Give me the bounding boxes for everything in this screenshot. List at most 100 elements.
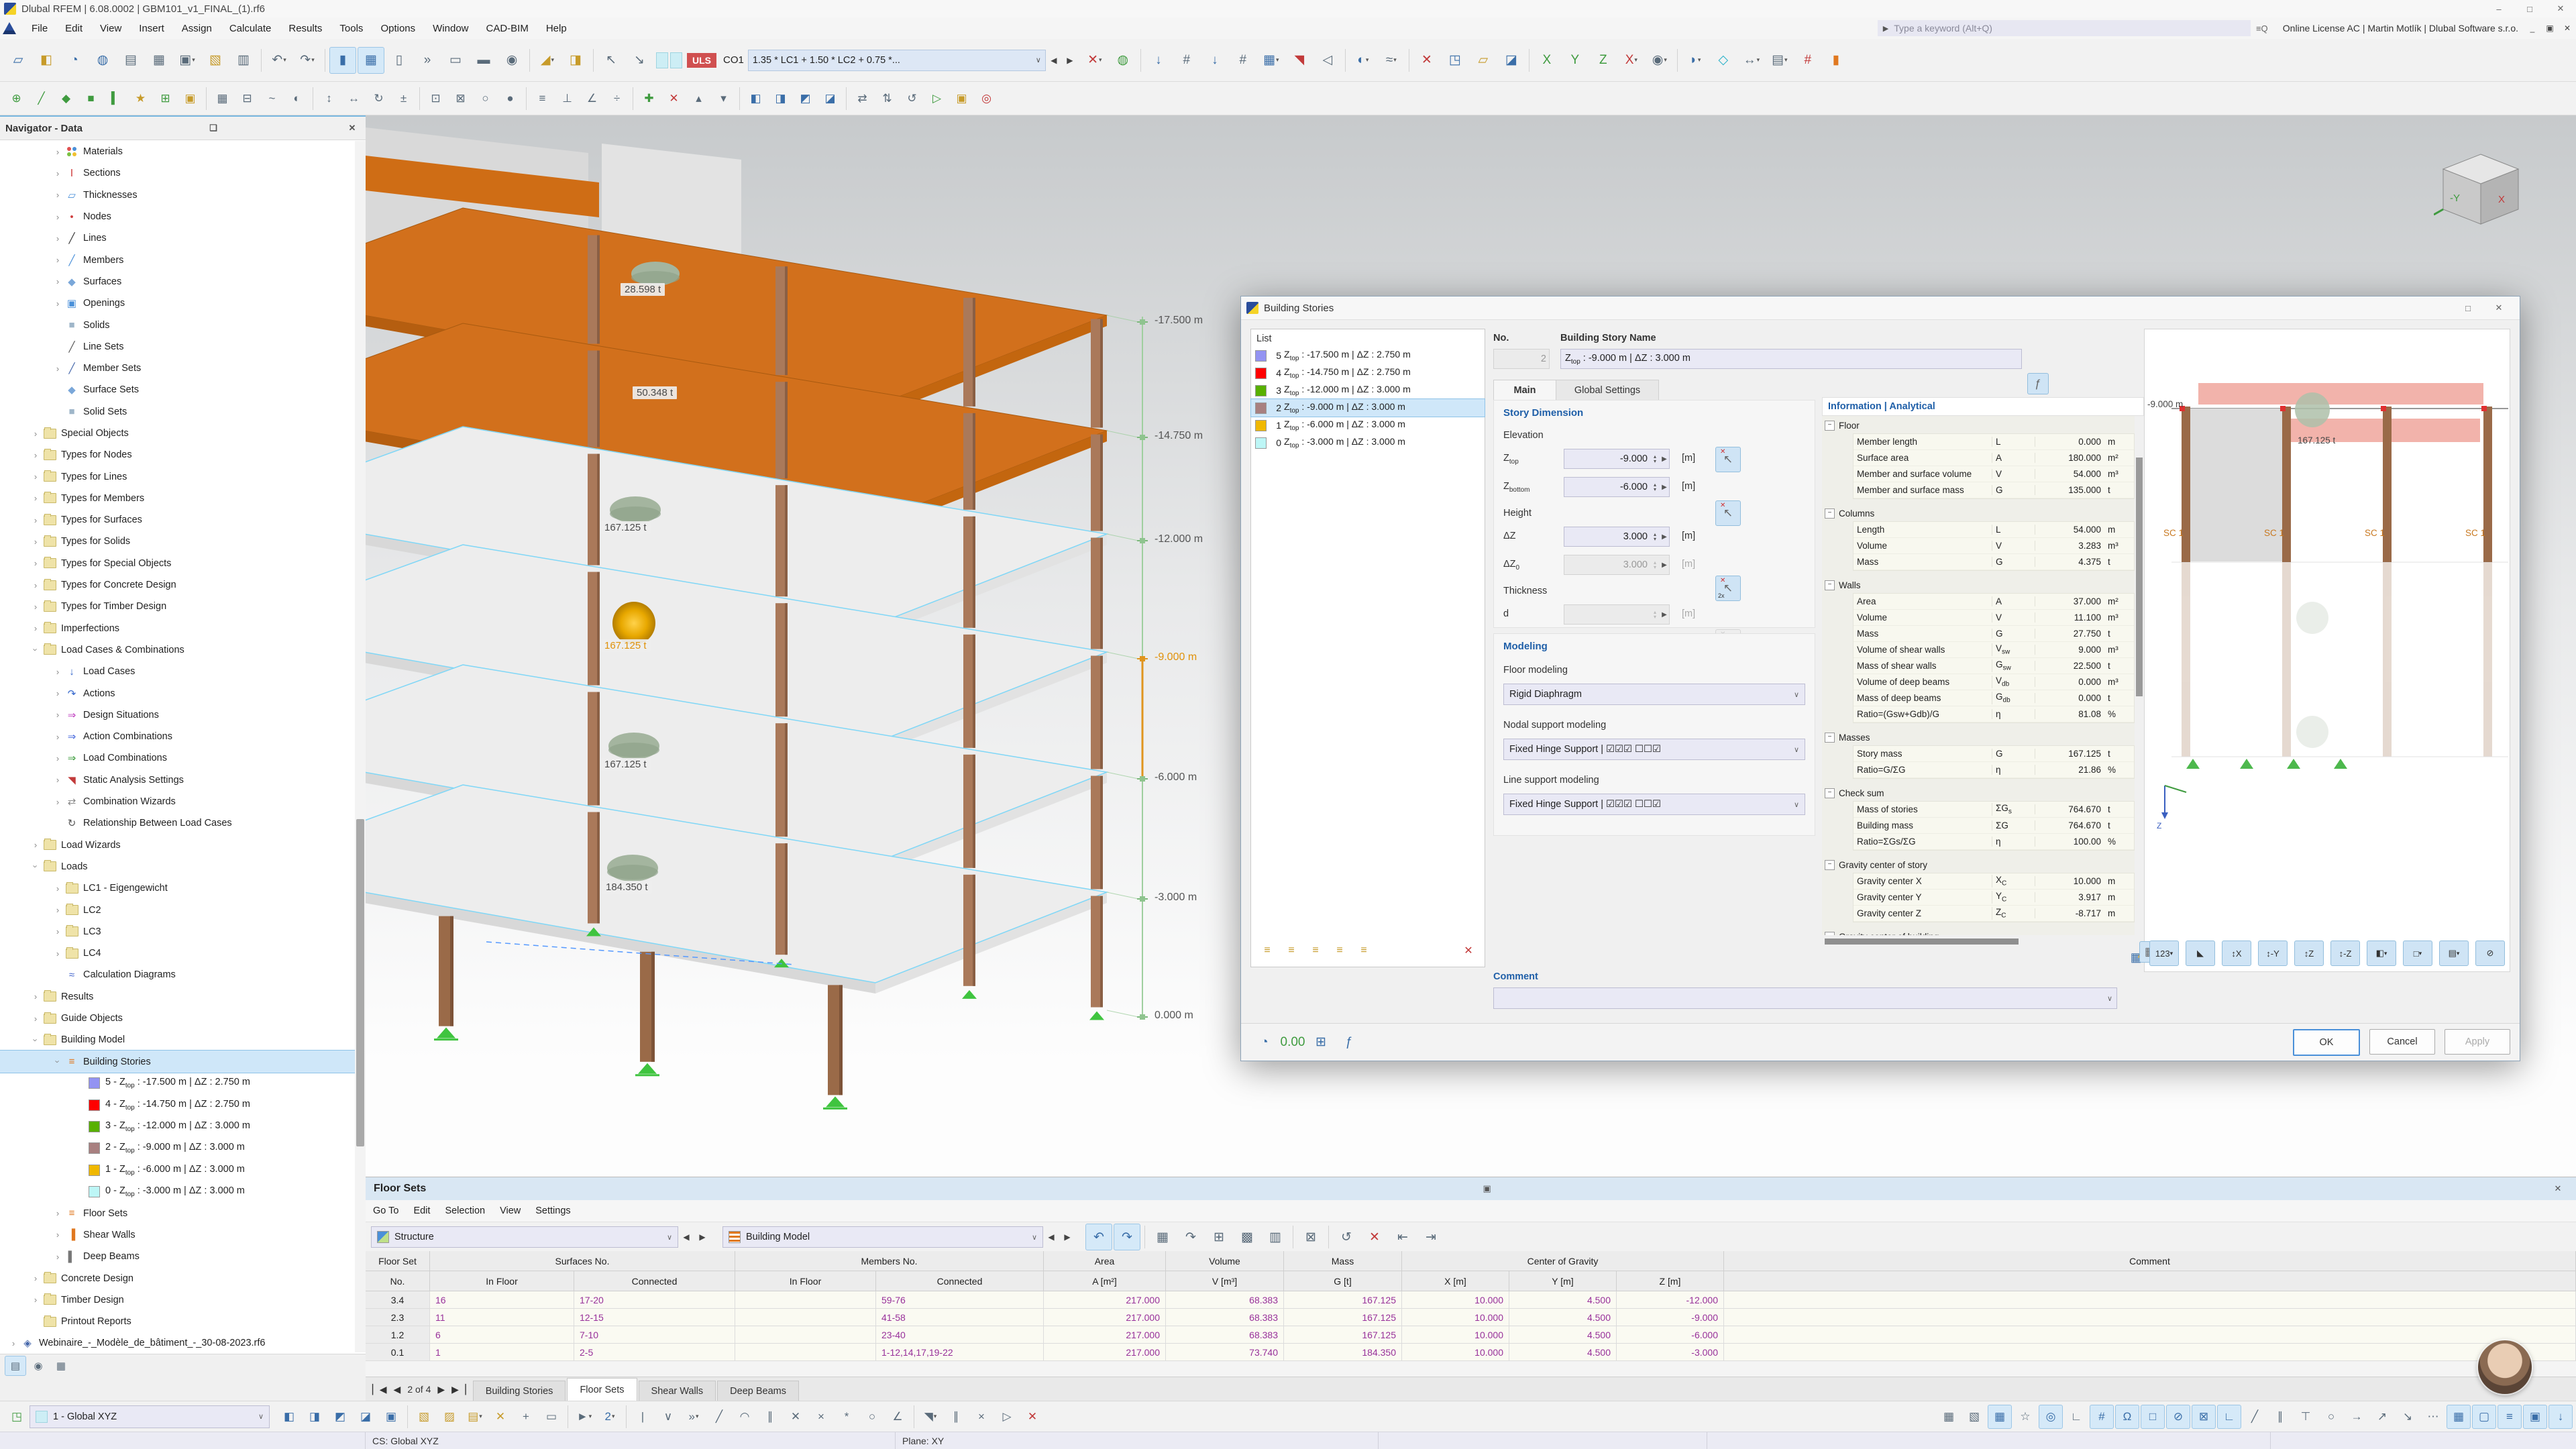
formula[interactable]: ƒ (1336, 1029, 1362, 1056)
surface-left[interactable]: ◧ (744, 87, 767, 110)
menu-edit[interactable]: Edit (56, 17, 91, 39)
fs-header-mass[interactable]: Mass (1284, 1251, 1402, 1271)
preview-view-z[interactable]: ↕Z (2294, 941, 2324, 966)
view-minus-x[interactable]: X▾ (1618, 47, 1645, 74)
tree-item-member-sets[interactable]: ›╱Member Sets (0, 358, 355, 379)
menu-assign[interactable]: Assign (173, 17, 221, 39)
chevron-icon[interactable]: › (29, 991, 42, 1002)
chevron-icon[interactable]: › (51, 255, 64, 265)
view-minus-y[interactable]: Y (1562, 47, 1589, 74)
run[interactable]: ▷ (925, 87, 949, 110)
show-loads[interactable]: ↓ (1145, 47, 1172, 74)
fs-header-comment[interactable]: Comment (1724, 1251, 2576, 1271)
next-combination-button[interactable]: ▶ (1062, 50, 1078, 70)
minimize-button[interactable]: – (2483, 1, 2514, 17)
render-settings[interactable]: ≈▾ (1378, 47, 1405, 74)
lens[interactable]: ◇ (1710, 47, 1737, 74)
tree-item-floor-sets[interactable]: ›≡Floor Sets (0, 1203, 355, 1224)
nav-tab-display[interactable]: ◉ (28, 1356, 49, 1376)
open-model[interactable]: ◧ (33, 47, 60, 74)
nav-tab-data[interactable]: ▤ (5, 1356, 26, 1376)
first-page-icon[interactable]: ▏◀ (372, 1384, 387, 1395)
snap-star[interactable]: ☆ (2013, 1405, 2037, 1429)
undo-geo[interactable]: ↺ (900, 87, 924, 110)
snap-dots[interactable]: ⋯ (2421, 1405, 2445, 1429)
generate-2[interactable]: ▨ (437, 1405, 462, 1429)
generate-1[interactable]: ▧ (412, 1405, 436, 1429)
menu-options[interactable]: Options (372, 17, 424, 39)
tree-item-results[interactable]: ›Results (0, 986, 355, 1008)
fit-view[interactable]: ▭ (539, 1405, 564, 1429)
disconnect[interactable]: ✕ (662, 87, 686, 110)
story-list-item-1[interactable]: 1Ztop : -6.000 m | ΔZ : 3.000 m (1251, 417, 1485, 434)
fs-menu-view[interactable]: View (492, 1200, 528, 1222)
curve-tool[interactable]: ~ (260, 87, 284, 110)
tree-item-surface-sets[interactable]: ◆Surface Sets (0, 379, 355, 400)
jump-forward[interactable]: ↷ (1114, 1224, 1140, 1250)
section-tool[interactable]: ◢▾ (534, 47, 561, 74)
apply-button[interactable]: Apply (2445, 1029, 2510, 1055)
preview-print[interactable]: ▤ ▾ (2439, 941, 2469, 966)
fs-header-floor-set[interactable]: Floor Set (366, 1251, 430, 1271)
delete-table[interactable]: ⊠ (1297, 1224, 1324, 1250)
dialog-title-bar[interactable]: Building Stories □ ✕ (1241, 297, 2520, 320)
fs-table-row[interactable]: 2.31112-1541-58217.00068.383167.12510.00… (366, 1309, 2576, 1326)
column-select[interactable]: ▥ (1262, 1224, 1289, 1250)
toggle-sc-panel[interactable]: ▭ (442, 47, 469, 74)
fs-header-volume[interactable]: Volume (1166, 1251, 1284, 1271)
chevron-icon[interactable]: › (51, 233, 64, 244)
model-prev-button[interactable]: ◀ (1043, 1227, 1059, 1247)
expand-icon[interactable]: ▶ (1660, 533, 1669, 541)
render-mode-2[interactable]: ◨ (303, 1405, 327, 1429)
tree-item-design-situations[interactable]: ›⇒Design Situations (0, 704, 355, 726)
tree-item-load-wizards[interactable]: ›Load Wizards (0, 835, 355, 856)
chevron-icon[interactable]: › (51, 905, 64, 915)
tree-item-concrete-design[interactable]: ›Concrete Design (0, 1267, 355, 1289)
menu-cadbim[interactable]: CAD-BIM (478, 17, 537, 39)
structure-next-button[interactable]: ▶ (694, 1227, 710, 1247)
chevron-icon[interactable]: › (31, 860, 41, 873)
menu-window[interactable]: Window (424, 17, 477, 39)
render-mode-4[interactable]: ◪ (354, 1405, 378, 1429)
work-plane[interactable]: ▦ (1937, 1405, 1961, 1429)
menu-help[interactable]: Help (537, 17, 576, 39)
render-mode-5[interactable]: ▣ (379, 1405, 403, 1429)
collapse-icon[interactable]: − (1825, 788, 1835, 798)
redo[interactable]: ↷▾ (294, 47, 321, 74)
information-hscrollbar[interactable] (1822, 937, 2135, 946)
line-fan[interactable]: ∨ (656, 1405, 680, 1429)
rotate-tool[interactable]: ↻ (367, 87, 390, 110)
snap-center[interactable]: ⊘ (2166, 1405, 2190, 1429)
fs-subheader-comment[interactable] (1724, 1271, 2576, 1291)
chevron-icon[interactable]: › (29, 840, 42, 850)
next-page-icon[interactable]: ▶ (437, 1384, 445, 1395)
layers[interactable]: ≡ (2498, 1405, 2522, 1429)
chevron-icon[interactable]: › (51, 926, 64, 936)
chevron-icon[interactable]: › (51, 276, 64, 286)
new-node[interactable]: ⊕ (5, 87, 28, 110)
menu-file[interactable]: File (23, 17, 56, 39)
chevron-icon[interactable]: › (29, 493, 42, 503)
toggle-navigator[interactable]: ▮ (329, 47, 356, 74)
grid-settings[interactable]: ▧ (1962, 1405, 1986, 1429)
numbering-mode[interactable]: 2▾ (598, 1405, 622, 1429)
move-tool[interactable]: ↕ (317, 87, 341, 110)
prev-combination-button[interactable]: ◀ (1046, 50, 1062, 70)
input-z[interactable]: 3.000▴▾▶ (1564, 527, 1670, 547)
table-gen[interactable]: ▣ (950, 87, 973, 110)
collapse-icon[interactable]: − (1825, 421, 1835, 431)
fs-subheader[interactable]: V [m³] (1166, 1271, 1284, 1291)
edit-model-data[interactable]: ▤ (117, 47, 144, 74)
tree-item-members[interactable]: ›╱Members (0, 249, 355, 270)
align-tool[interactable]: ≡ (531, 87, 554, 110)
chevron-icon[interactable]: › (29, 1014, 42, 1024)
tree-item-combination-wizards[interactable]: ›⇄Combination Wizards (0, 791, 355, 812)
pointer-mode[interactable]: ►▾ (572, 1405, 596, 1429)
chevron-icon[interactable]: › (51, 299, 64, 309)
pick-in-view-button[interactable]: ↖✕ (1715, 447, 1741, 472)
fs-header-center-of-gravity[interactable]: Center of Gravity (1402, 1251, 1724, 1271)
toggle-tables[interactable]: ▦ (358, 47, 384, 74)
divide-line[interactable]: ÷ (605, 87, 629, 110)
tree-item-types-for-members[interactable]: ›Types for Members (0, 488, 355, 509)
story-generate[interactable]: ≡ (1352, 939, 1375, 962)
